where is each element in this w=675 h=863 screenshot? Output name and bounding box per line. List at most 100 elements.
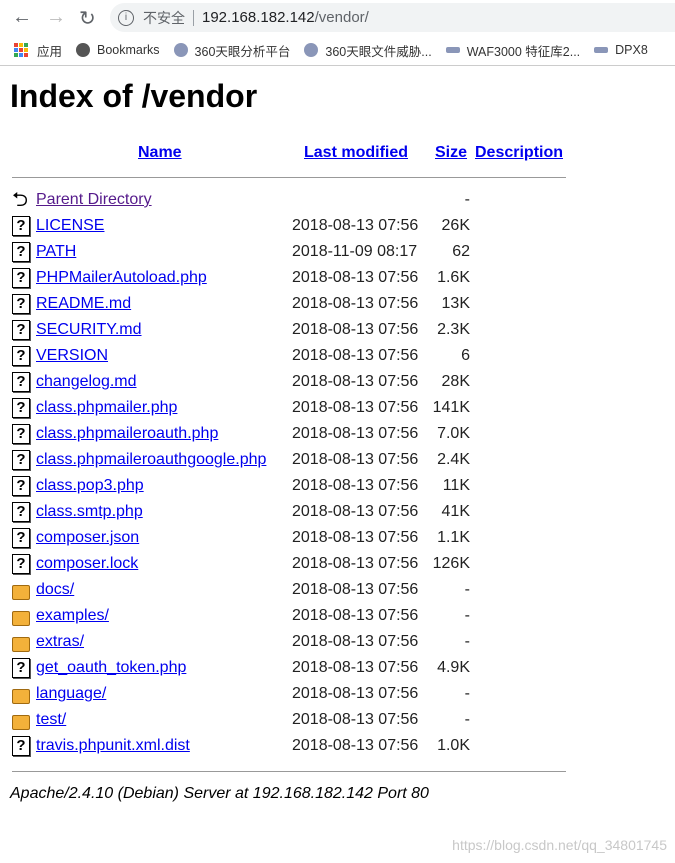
table-row: ⮌ Parent Directory -: [0, 188, 600, 214]
file-link[interactable]: PHPMailerAutoload.php: [36, 269, 207, 287]
bookmark-360-2[interactable]: 360天眼文件威胁...: [304, 41, 432, 60]
last-modified: 2018-08-13 07:56: [292, 581, 419, 598]
file-link[interactable]: SECURITY.md: [36, 321, 142, 339]
divider: [12, 771, 566, 772]
unknown-file-icon: ?: [12, 268, 30, 288]
file-link[interactable]: class.smtp.php: [36, 503, 143, 521]
table-row: ? class.phpmaileroauth.php 2018-08-13 07:5…: [0, 422, 600, 448]
table-row: ? PATH 2018-11-09 08:17 62: [0, 240, 600, 266]
bookmark-label: WAF3000 特征库2...: [466, 44, 581, 59]
folder-icon: [12, 585, 30, 600]
divider: [12, 177, 566, 178]
last-modified: 2018-08-13 07:56: [292, 633, 419, 650]
file-link[interactable]: class.phpmailer.php: [36, 399, 177, 417]
folder-icon: [12, 637, 30, 652]
file-link[interactable]: test/: [36, 711, 66, 729]
divider: [193, 9, 194, 26]
table-row: ? travis.phpunit.xml.dist 2018-08-13 07:56…: [0, 734, 600, 760]
last-modified: 2018-08-13 07:56: [292, 607, 419, 624]
unknown-file-icon: ?: [12, 450, 30, 470]
table-row: ? class.pop3.php 2018-08-13 07:56 11K: [0, 474, 600, 500]
unknown-file-icon: ?: [12, 372, 30, 392]
file-link[interactable]: PATH: [36, 243, 76, 261]
back-arrow-icon[interactable]: ←: [12, 6, 32, 29]
file-link[interactable]: Parent Directory: [36, 191, 152, 209]
file-size: 11K: [442, 477, 470, 494]
file-link[interactable]: class.phpmaileroauth.php: [36, 425, 218, 443]
sort-by-name[interactable]: Name: [138, 144, 182, 162]
bookmark-360-1[interactable]: 360天眼分析平台: [173, 41, 291, 60]
file-size: 2.4K: [437, 451, 470, 468]
bookmark-label: 应用: [37, 44, 63, 59]
last-modified: 2018-08-13 07:56: [292, 737, 419, 754]
file-link[interactable]: class.phpmaileroauthgoogle.php: [36, 451, 266, 469]
url-host: 192.168.182.142: [202, 9, 315, 26]
unknown-file-icon: ?: [12, 502, 30, 522]
sort-by-description[interactable]: Description: [475, 144, 563, 162]
globe-icon: [76, 43, 91, 57]
table-row: ? class.smtp.php 2018-08-13 07:56 41K: [0, 500, 600, 526]
file-size: 1.0K: [437, 737, 470, 754]
bookmark-dpx[interactable]: DPX8: [594, 43, 648, 57]
browser-toolbar: ← → ↻ i 不安全 192.168.182.142/vendor/: [0, 0, 675, 35]
sort-by-modified[interactable]: Last modified: [304, 144, 408, 162]
last-modified: 2018-08-13 07:56: [292, 711, 419, 728]
watermark: https://blog.csdn.net/qq_34801745: [452, 837, 667, 853]
file-link[interactable]: README.md: [36, 295, 131, 313]
table-row: language/2018-08-13 07:56 -: [0, 682, 600, 708]
reload-icon[interactable]: ↻: [79, 6, 96, 31]
file-link[interactable]: examples/: [36, 607, 109, 625]
server-signature: Apache/2.4.10 (Debian) Server at 192.168…: [10, 785, 429, 802]
table-row: docs/2018-08-13 07:56 -: [0, 578, 600, 604]
folder-icon: [12, 715, 30, 730]
last-modified: 2018-08-13 07:56: [292, 425, 419, 442]
bookmark-waf[interactable]: WAF3000 特征库2...: [445, 41, 581, 60]
last-modified: 2018-08-13 07:56: [292, 503, 419, 520]
bookmark-label: 360天眼分析平台: [194, 44, 291, 59]
url-path: /vendor/: [314, 9, 369, 26]
file-link[interactable]: changelog.md: [36, 373, 137, 391]
file-link[interactable]: language/: [36, 685, 106, 703]
bookmark-apps[interactable]: 应用: [14, 41, 62, 60]
table-row: examples/2018-08-13 07:56 -: [0, 604, 600, 630]
file-link[interactable]: travis.phpunit.xml.dist: [36, 737, 190, 755]
unknown-file-icon: ?: [12, 398, 30, 418]
file-link[interactable]: extras/: [36, 633, 84, 651]
last-modified: 2018-11-09 08:17: [292, 243, 418, 260]
sort-by-size[interactable]: Size: [435, 144, 467, 162]
last-modified: 2018-08-13 07:56: [292, 529, 419, 546]
file-size: -: [464, 581, 470, 598]
bookmark-label: DPX8: [615, 43, 648, 57]
last-modified: 2018-08-13 07:56: [292, 555, 419, 572]
file-link[interactable]: class.pop3.php: [36, 477, 144, 495]
site-icon: [594, 47, 609, 53]
file-size: -: [464, 685, 470, 702]
file-link[interactable]: docs/: [36, 581, 74, 599]
file-link[interactable]: LICENSE: [36, 217, 104, 235]
table-row: ? README.md 2018-08-13 07:56 13K: [0, 292, 600, 318]
unknown-file-icon: ?: [12, 554, 30, 574]
address-bar[interactable]: i 不安全 192.168.182.142/vendor/: [110, 3, 675, 32]
apps-grid-icon: [14, 43, 28, 57]
file-size: 1.6K: [437, 269, 470, 286]
back-icon: ⮌: [12, 189, 29, 211]
last-modified: 2018-08-13 07:56: [292, 399, 419, 416]
info-icon[interactable]: i: [118, 9, 134, 26]
last-modified: 2018-08-13 07:56: [292, 685, 419, 702]
file-link[interactable]: composer.lock: [36, 555, 138, 573]
file-link[interactable]: VERSION: [36, 347, 108, 365]
file-size: 141K: [432, 399, 470, 416]
forward-arrow-icon[interactable]: →: [46, 6, 66, 29]
file-size: 126K: [432, 555, 470, 572]
unknown-file-icon: ?: [12, 528, 30, 548]
last-modified: 2018-08-13 07:56: [292, 451, 419, 468]
file-link[interactable]: composer.json: [36, 529, 139, 547]
last-modified: 2018-08-13 07:56: [292, 217, 419, 234]
bookmark-bookmarks[interactable]: Bookmarks: [76, 43, 160, 57]
bookmarks-bar: 应用 Bookmarks 360天眼分析平台 360天眼文件威胁... WAF3…: [0, 35, 675, 66]
file-size: -: [464, 633, 470, 650]
table-row: extras/2018-08-13 07:56 -: [0, 630, 600, 656]
file-size: 2.3K: [437, 321, 470, 338]
file-link[interactable]: get_oauth_token.php: [36, 659, 186, 677]
table-row: ? class.phpmailer.php 2018-08-13 07:56 141K: [0, 396, 600, 422]
